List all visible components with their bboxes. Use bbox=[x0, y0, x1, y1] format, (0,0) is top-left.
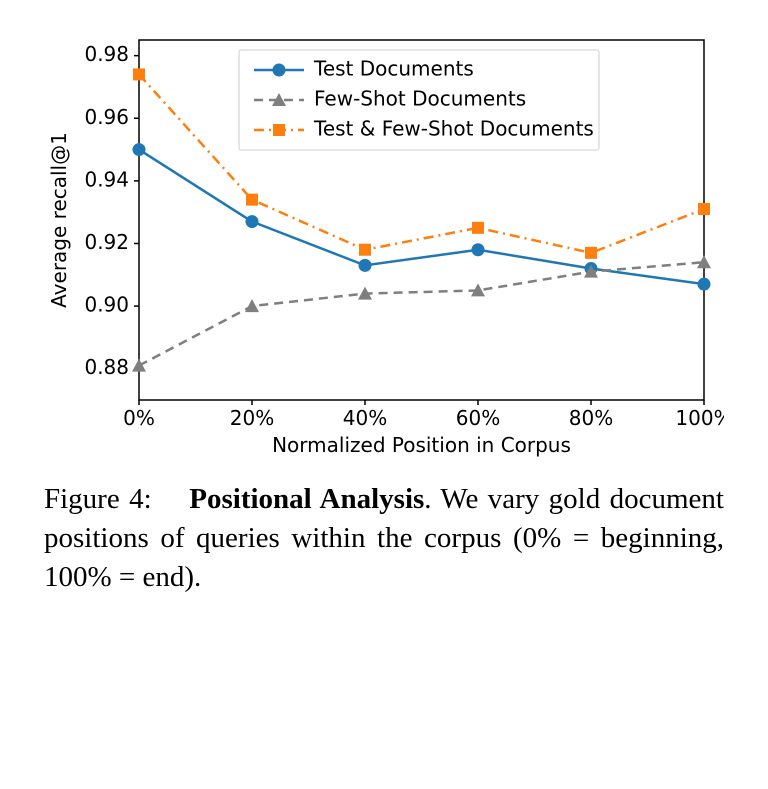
y-tick-label: 0.98 bbox=[84, 42, 129, 66]
x-tick-label: 40% bbox=[343, 406, 387, 430]
y-tick-label: 0.96 bbox=[84, 105, 129, 129]
legend-label: Few-Shot Documents bbox=[314, 87, 526, 111]
line-chart: 0.88 0.90 0.92 0.94 0.96 0.98 0% 20% 40%… bbox=[44, 20, 724, 460]
chart-container: 0.88 0.90 0.92 0.94 0.96 0.98 0% 20% 40%… bbox=[44, 20, 724, 460]
y-tick-label: 0.90 bbox=[84, 293, 129, 317]
legend-label: Test Documents bbox=[313, 57, 474, 81]
x-tick-label: 0% bbox=[123, 406, 155, 430]
y-ticks: 0.88 0.90 0.92 0.94 0.96 0.98 bbox=[84, 42, 139, 379]
x-axis-label: Normalized Position in Corpus bbox=[272, 433, 571, 457]
figure-label: Figure 4: bbox=[44, 483, 152, 515]
y-tick-label: 0.88 bbox=[84, 355, 129, 379]
x-tick-label: 60% bbox=[456, 406, 500, 430]
y-axis-label: Average recall@1 bbox=[47, 132, 71, 308]
legend: Test Documents Few-Shot Documents Test &… bbox=[239, 50, 599, 150]
legend-label: Test & Few-Shot Documents bbox=[313, 117, 594, 141]
x-ticks: 0% 20% 40% 60% 80% 100% bbox=[123, 400, 724, 430]
y-tick-label: 0.92 bbox=[84, 230, 129, 254]
x-tick-label: 20% bbox=[230, 406, 274, 430]
x-tick-label: 100% bbox=[675, 406, 724, 430]
figure-caption: Figure 4: Positional Analysis. We vary g… bbox=[44, 480, 724, 597]
x-tick-label: 80% bbox=[569, 406, 613, 430]
y-tick-label: 0.94 bbox=[84, 167, 129, 191]
figure-title: Positional Analysis bbox=[189, 483, 424, 515]
